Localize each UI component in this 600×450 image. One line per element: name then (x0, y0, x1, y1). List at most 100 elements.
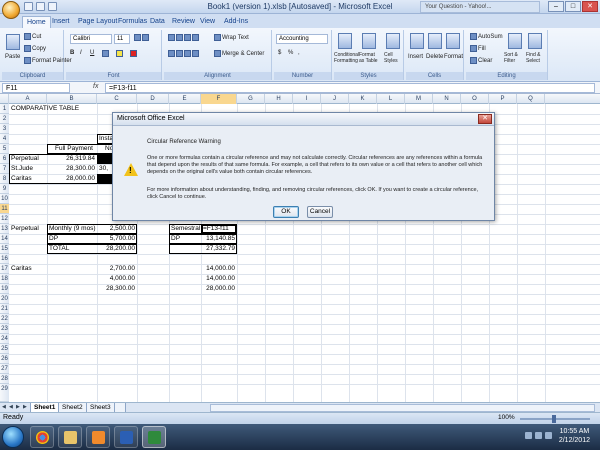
grow-font-icon[interactable] (134, 34, 150, 41)
name-box[interactable]: F11 (2, 83, 70, 93)
paste-icon[interactable] (6, 34, 20, 50)
cell-b12[interactable]: DP (47, 234, 60, 244)
row-header[interactable]: 4 (0, 134, 9, 144)
row-header[interactable]: 21 (0, 304, 9, 314)
row-header[interactable]: 25 (0, 344, 9, 354)
column-header[interactable]: F (201, 94, 237, 104)
cell-b13[interactable]: TOTAL (47, 244, 71, 254)
align-left-icons[interactable] (168, 50, 200, 57)
row-header[interactable]: 7 (0, 164, 9, 174)
row-header[interactable]: 26 (0, 354, 9, 364)
underline-button[interactable]: U (90, 50, 94, 56)
find-select-button[interactable]: Find & Select (526, 52, 546, 64)
column-header[interactable]: P (489, 94, 517, 104)
prev-sheet-icon[interactable]: ◀ (9, 404, 14, 411)
cell-b4[interactable]: Full Payment (53, 144, 95, 154)
start-button[interactable] (2, 426, 24, 448)
cell-e12[interactable]: DP (169, 234, 182, 244)
row-header[interactable]: 3 (0, 124, 9, 134)
column-header[interactable]: L (377, 94, 405, 104)
delete-button[interactable]: Delete (426, 54, 443, 60)
row-header[interactable]: 13 (0, 224, 9, 234)
cell-c16[interactable]: 4,000.00 (97, 274, 137, 284)
column-header[interactable]: G (237, 94, 265, 104)
row-header[interactable]: 14 (0, 234, 9, 244)
cell-c6[interactable]: 30, (97, 164, 110, 174)
copy-button[interactable]: Copy (24, 45, 46, 52)
font-color-icon[interactable] (130, 50, 138, 57)
format-painter-button[interactable]: Format Painter (24, 57, 72, 64)
row-header[interactable]: 29 (0, 384, 9, 402)
select-all-corner[interactable] (0, 94, 9, 104)
dialog-close-button[interactable]: ✕ (478, 114, 492, 124)
formula-input[interactable]: =F13-f11 (105, 83, 595, 93)
column-header[interactable]: N (433, 94, 461, 104)
percent-button[interactable]: % (288, 50, 293, 56)
horizontal-scrollbar[interactable] (210, 404, 595, 412)
fill-color-icon[interactable] (116, 50, 124, 57)
row-header[interactable]: 16 (0, 254, 9, 264)
column-header[interactable]: I (293, 94, 321, 104)
cell-c12[interactable]: 5,700.00 (97, 234, 137, 244)
wrap-text-button[interactable]: Wrap Text (214, 34, 249, 41)
column-header[interactable]: B (47, 94, 97, 104)
cell-f15[interactable]: 14,000.00 (201, 264, 237, 274)
network-icon[interactable] (525, 432, 532, 439)
column-header[interactable]: H (265, 94, 293, 104)
close-button[interactable]: ✕ (582, 1, 598, 12)
cell-a15[interactable]: Caritas (9, 264, 34, 274)
cell-c13[interactable]: 28,200.00 (97, 244, 137, 254)
cell-a11[interactable]: Perpetual (9, 224, 41, 234)
row-header[interactable]: 27 (0, 364, 9, 374)
row-header[interactable]: 22 (0, 314, 9, 324)
sort-filter-icon[interactable] (508, 33, 522, 49)
chrome-taskbar-button[interactable] (30, 426, 54, 448)
fx-icon[interactable]: fx (93, 83, 98, 90)
row-header[interactable]: 24 (0, 334, 9, 344)
tab-data[interactable]: Data (146, 16, 169, 28)
column-header[interactable]: J (321, 94, 349, 104)
row-header[interactable]: 15 (0, 244, 9, 254)
font-name-select[interactable]: Calibri (70, 34, 112, 44)
tab-review[interactable]: Review (168, 16, 199, 28)
autosum-button[interactable]: AutoSum (470, 33, 503, 40)
cell-a6[interactable]: St.Jude (9, 164, 35, 174)
row-header[interactable]: 5 (0, 144, 9, 154)
tab-insert[interactable]: Insert (48, 16, 74, 28)
insert-cells-icon[interactable] (410, 33, 424, 49)
zoom-slider-thumb[interactable] (552, 415, 556, 423)
tab-add-ins[interactable]: Add-Ins (220, 16, 252, 28)
paste-button[interactable]: Paste (5, 54, 20, 60)
conditional-formatting-icon[interactable] (338, 33, 352, 49)
fill-button[interactable]: Fill (470, 45, 486, 52)
cell-f12[interactable]: 13,140.85 (201, 234, 237, 244)
format-button[interactable]: Format (444, 54, 463, 60)
number-format-select[interactable]: Accounting (276, 34, 328, 44)
excel-taskbar-button[interactable] (142, 426, 166, 448)
row-header[interactable]: 17 (0, 264, 9, 274)
column-header[interactable]: A (9, 94, 47, 104)
row-header[interactable]: 19 (0, 284, 9, 294)
column-header[interactable]: K (349, 94, 377, 104)
cell-styles-icon[interactable] (386, 33, 400, 49)
cell-e11[interactable]: Semestral (169, 224, 202, 234)
cell-f11[interactable]: =F13-f11 (201, 224, 231, 234)
delete-cells-icon[interactable] (428, 33, 442, 49)
borders-icon[interactable] (102, 50, 110, 57)
flag-icon[interactable] (545, 432, 552, 439)
office-button[interactable] (2, 1, 20, 19)
tab-home[interactable]: Home (22, 16, 51, 28)
find-select-icon[interactable] (528, 33, 542, 49)
italic-button[interactable]: I (80, 50, 82, 56)
row-header[interactable]: 6 (0, 154, 9, 164)
column-header[interactable]: O (461, 94, 489, 104)
volume-icon[interactable] (535, 432, 542, 439)
cell-a1[interactable]: COMPARATIVE TABLE (9, 104, 81, 114)
column-header[interactable]: C (97, 94, 137, 104)
currency-button[interactable]: $ (278, 50, 281, 56)
first-sheet-icon[interactable]: ◀ (2, 404, 7, 411)
tab-view[interactable]: View (196, 16, 219, 28)
insert-button[interactable]: Insert (408, 54, 423, 60)
cell-c15[interactable]: 2,700.00 (97, 264, 137, 274)
ok-button[interactable]: OK (273, 206, 299, 218)
